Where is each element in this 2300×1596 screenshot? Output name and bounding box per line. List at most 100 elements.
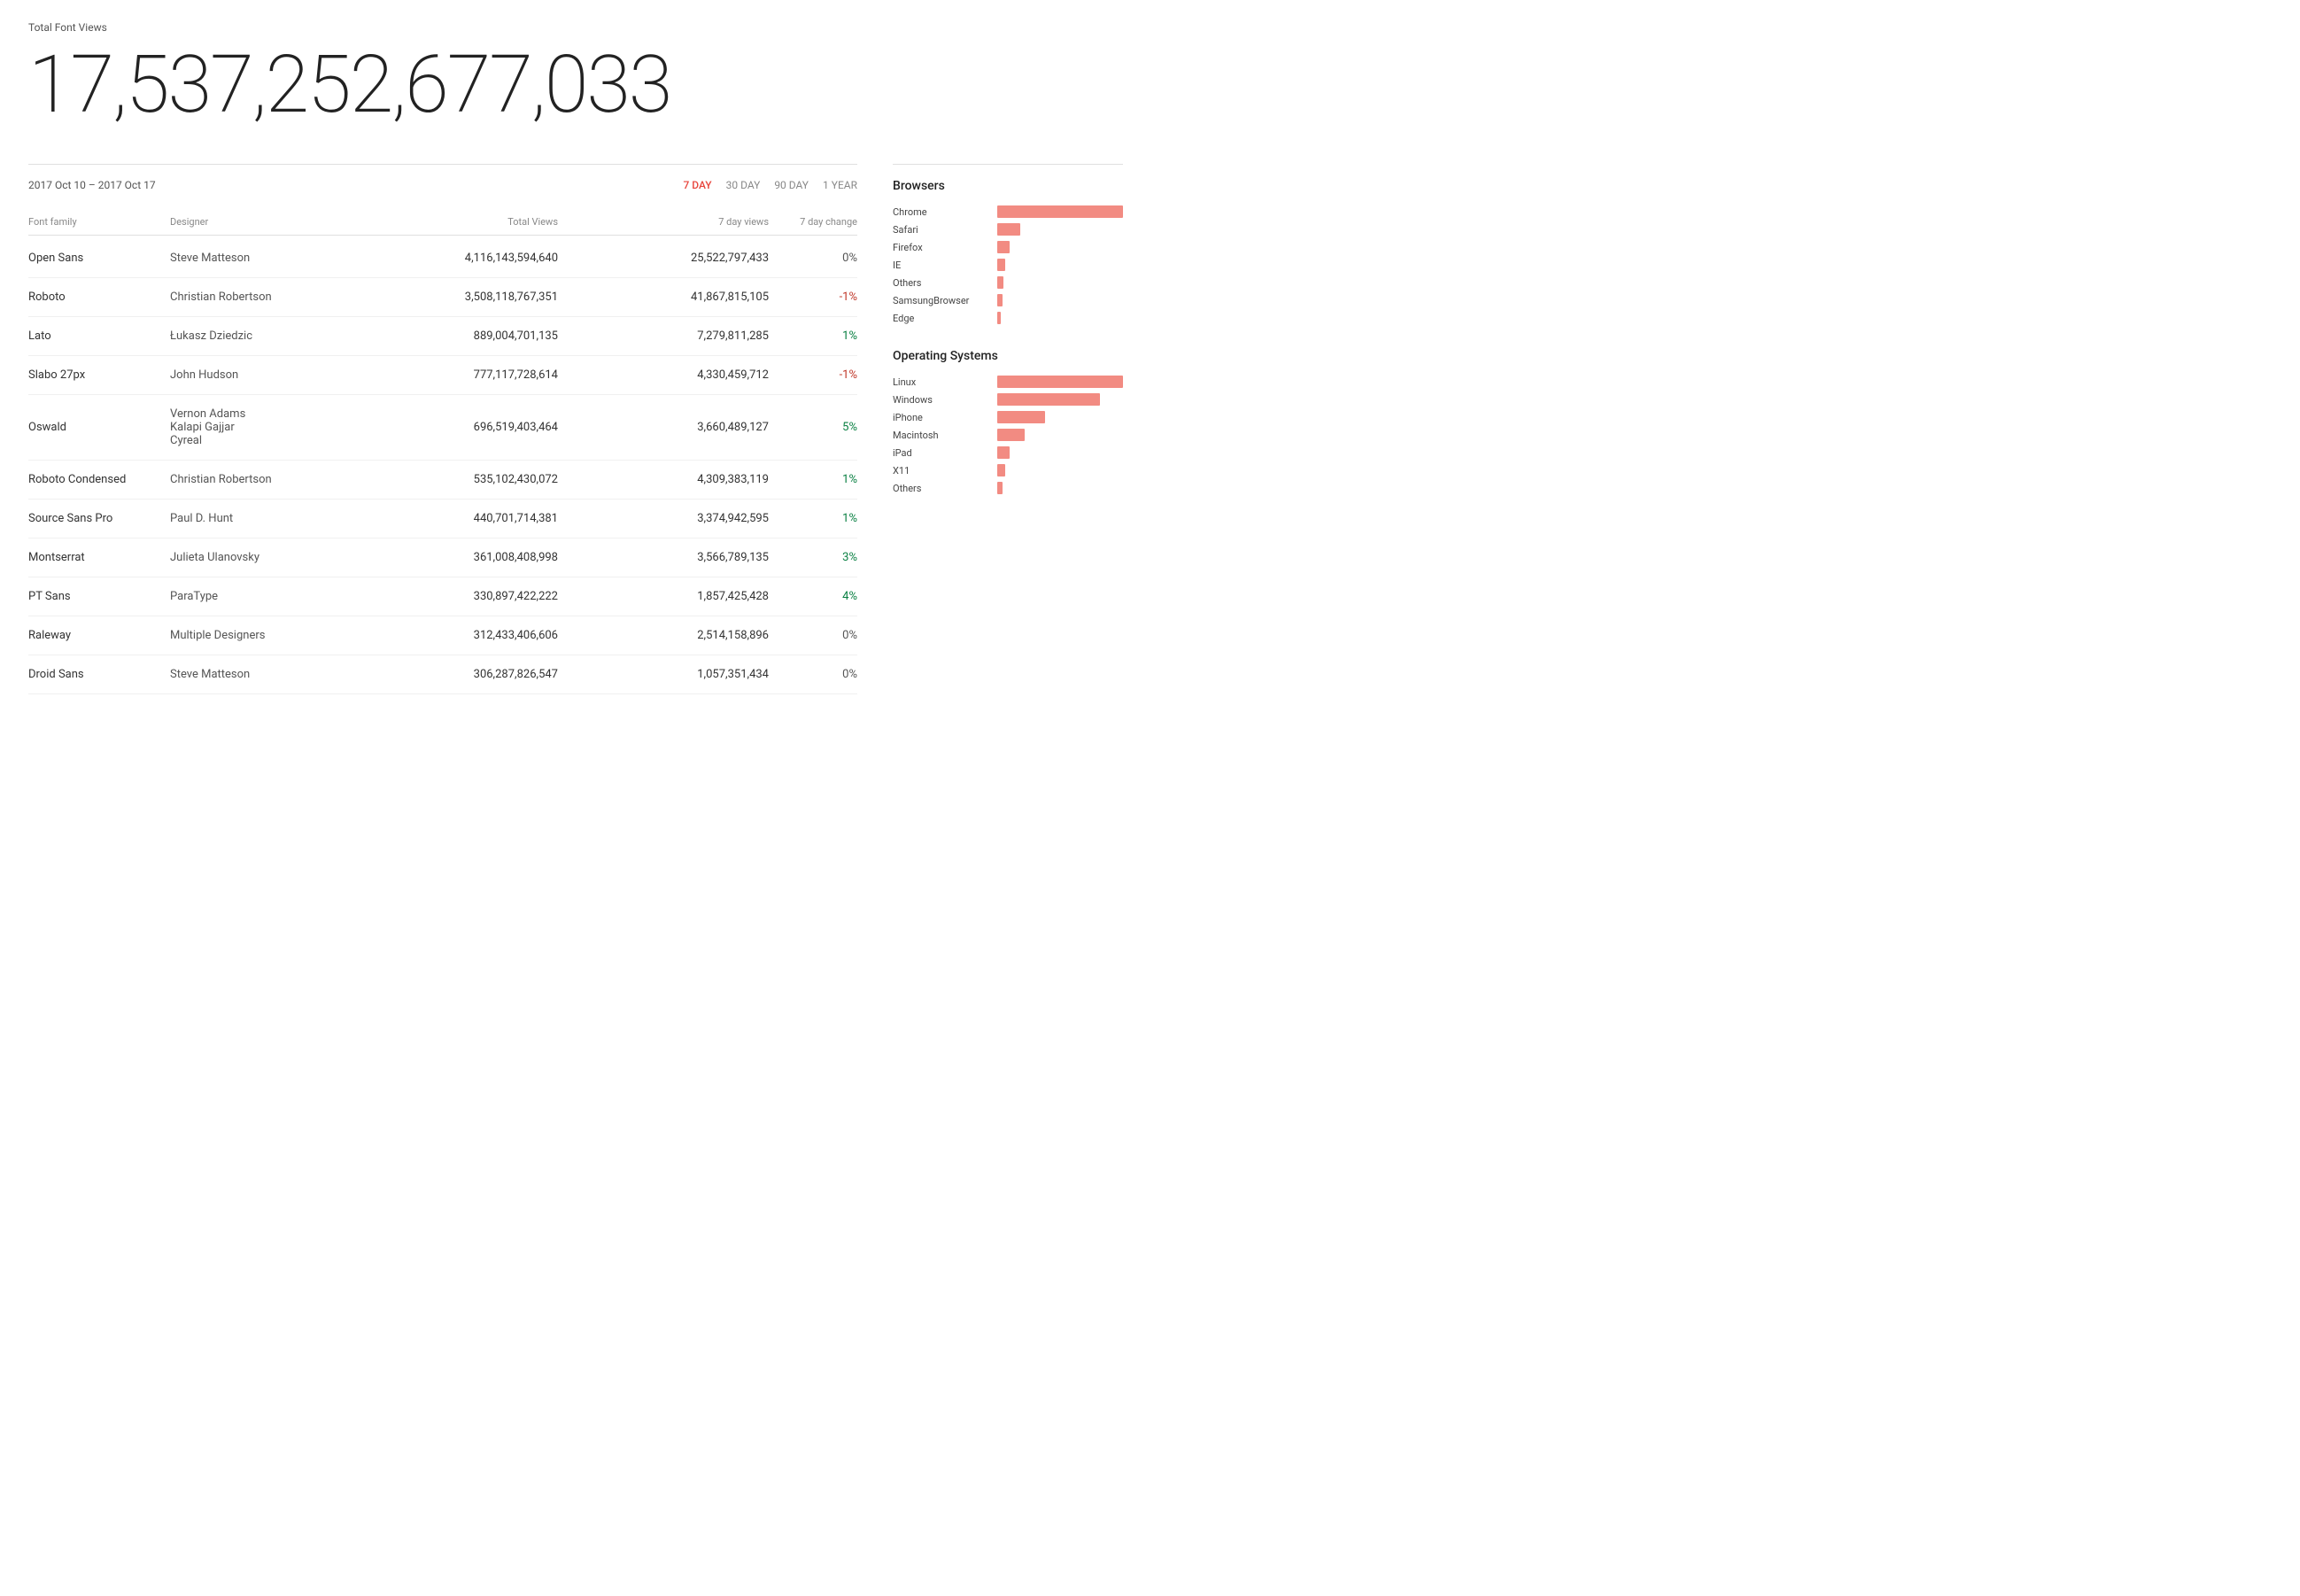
cell-total: 696,519,403,464 [347,421,558,434]
cell-7day-views: 7,279,811,285 [558,329,769,343]
bar-row: IE [893,259,1123,271]
filter-30day[interactable]: 30 DAY [726,179,761,191]
bar-fill [997,241,1010,253]
col-7day-views: 7 day views [558,216,769,228]
bar-row: SamsungBrowser [893,294,1123,306]
table-row[interactable]: Lato Łukasz Dziedzic 889,004,701,135 7,2… [28,317,857,356]
cell-total: 440,701,714,381 [347,512,558,525]
bar-row: Others [893,276,1123,289]
cell-font-name: Droid Sans [28,668,170,681]
cell-total: 777,117,728,614 [347,368,558,382]
cell-7day-change: 1% [769,512,857,525]
bar-track [997,482,1123,494]
bar-fill [997,464,1005,476]
bar-label: Others [893,277,990,289]
bar-label: X11 [893,465,990,476]
filter-7day[interactable]: 7 DAY [683,179,711,191]
cell-designer: Christian Robertson [170,291,347,304]
cell-total: 306,287,826,547 [347,668,558,681]
cell-font-name: Raleway [28,629,170,642]
cell-designer: Paul D. Hunt [170,512,347,525]
total-font-views-number: 17,537,252,677,033 [28,41,1123,128]
bar-fill [997,259,1005,271]
cell-font-name: Open Sans [28,252,170,265]
table-row[interactable]: Slabo 27px John Hudson 777,117,728,614 4… [28,356,857,395]
table-row[interactable]: Raleway Multiple Designers 312,433,406,6… [28,616,857,655]
cell-7day-views: 4,330,459,712 [558,368,769,382]
table-header: Font family Designer Total Views 7 day v… [28,209,857,236]
table-row[interactable]: Montserrat Julieta Ulanovsky 361,008,408… [28,538,857,577]
filter-90day[interactable]: 90 DAY [774,179,809,191]
page-container: Total Font Views 17,537,252,677,033 2017… [0,0,1151,716]
bar-label: iPad [893,447,990,459]
bar-label: iPhone [893,412,990,423]
cell-font-name: Slabo 27px [28,368,170,382]
col-total-views: Total Views [347,216,558,228]
table-body: Open Sans Steve Matteson 4,116,143,594,6… [28,239,857,694]
cell-total: 3,508,118,767,351 [347,291,558,304]
table-row[interactable]: Droid Sans Steve Matteson 306,287,826,54… [28,655,857,694]
col-font-family: Font family [28,216,170,228]
cell-font-name: Oswald [28,421,170,434]
cell-7day-views: 2,514,158,896 [558,629,769,642]
bar-label: Windows [893,394,990,406]
cell-total: 330,897,422,222 [347,590,558,603]
cell-7day-views: 1,857,425,428 [558,590,769,603]
bar-fill [997,393,1100,406]
cell-7day-views: 41,867,815,105 [558,291,769,304]
bar-fill [997,276,1003,289]
table-row[interactable]: Roboto Condensed Christian Robertson 535… [28,461,857,500]
cell-font-name: Lato [28,329,170,343]
cell-designer: Steve Matteson [170,668,347,681]
bar-label: Others [893,483,990,494]
cell-7day-change: 1% [769,473,857,486]
bar-row: Others [893,482,1123,494]
right-panel: Browsers Chrome Safari Firefox IE [893,164,1123,694]
cell-designer: John Hudson [170,368,347,382]
bar-fill [997,429,1025,441]
bar-track [997,411,1123,423]
cell-designer: Vernon AdamsKalapi GajjarCyreal [170,407,347,447]
cell-7day-views: 4,309,383,119 [558,473,769,486]
bar-label: Safari [893,224,990,236]
bar-fill [997,411,1045,423]
bar-label: Edge [893,313,990,324]
bar-fill [997,223,1020,236]
cell-font-name: PT Sans [28,590,170,603]
table-row[interactable]: Oswald Vernon AdamsKalapi GajjarCyreal 6… [28,395,857,461]
cell-total: 312,433,406,606 [347,629,558,642]
bar-fill [997,376,1123,388]
bar-row: Macintosh [893,429,1123,441]
bar-label: Linux [893,376,990,388]
bar-track [997,259,1123,271]
bar-fill [997,312,1001,324]
cell-7day-views: 3,374,942,595 [558,512,769,525]
cell-designer: Steve Matteson [170,252,347,265]
cell-designer: Christian Robertson [170,473,347,486]
bar-track [997,276,1123,289]
table-row[interactable]: Open Sans Steve Matteson 4,116,143,594,6… [28,239,857,278]
filter-1year[interactable]: 1 YEAR [823,179,857,191]
table-row[interactable]: PT Sans ParaType 330,897,422,222 1,857,4… [28,577,857,616]
bar-track [997,294,1123,306]
cell-designer: Julieta Ulanovsky [170,551,347,564]
cell-7day-change: 0% [769,252,857,265]
table-row[interactable]: Source Sans Pro Paul D. Hunt 440,701,714… [28,500,857,538]
bar-label: SamsungBrowser [893,295,990,306]
bar-row: Edge [893,312,1123,324]
cell-7day-change: 4% [769,590,857,603]
right-top-divider [893,164,1123,165]
date-range: 2017 Oct 10 – 2017 Oct 17 [28,179,156,191]
bar-track [997,241,1123,253]
table-row[interactable]: Roboto Christian Robertson 3,508,118,767… [28,278,857,317]
bar-track [997,223,1123,236]
cell-font-name: Montserrat [28,551,170,564]
bar-track [997,312,1123,324]
cell-7day-change: 1% [769,329,857,343]
bar-label: Chrome [893,206,990,218]
cell-7day-views: 1,057,351,434 [558,668,769,681]
cell-font-name: Roboto Condensed [28,473,170,486]
cell-7day-change: 0% [769,629,857,642]
bar-row: iPad [893,446,1123,459]
bar-row: Safari [893,223,1123,236]
